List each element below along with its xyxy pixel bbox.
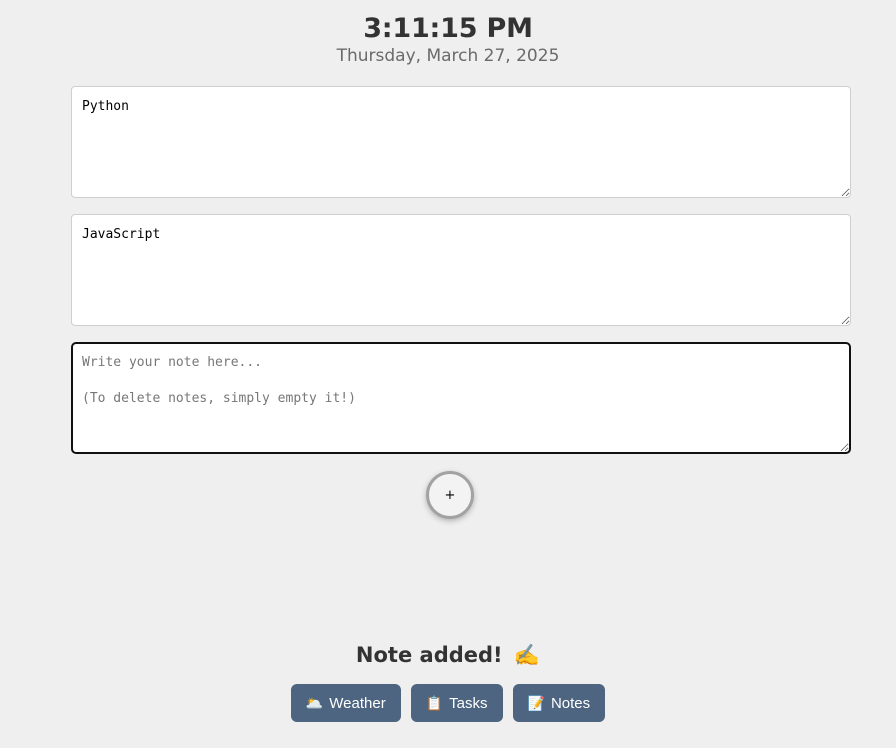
note-textarea-1[interactable] [71,86,851,198]
tasks-nav-button[interactable]: 📋 Tasks [410,684,503,722]
add-note-button[interactable]: + [426,471,474,519]
status-text: Note added! [355,643,503,667]
new-note-textarea[interactable] [71,342,851,454]
weather-nav-button[interactable]: 🌥️ Weather [290,684,401,722]
weather-nav-label: Weather [329,694,386,712]
bottom-nav: 🌥️ Weather 📋 Tasks 📝 Notes [0,684,896,722]
clock-time: 3:11:15 PM [363,13,533,44]
notes-nav-button[interactable]: 📝 Notes [512,684,606,722]
status-message: Note added! ✍️ [0,640,896,670]
notes-nav-label: Notes [550,694,591,712]
tasks-nav-label: Tasks [449,694,488,712]
clipboard-icon: 📋 [425,694,444,711]
clock-date: Thursday, March 27, 2025 [336,46,560,66]
cloud-sun-icon: 🌥️ [305,694,324,711]
writing-hand-icon: ✍️ [513,643,541,667]
note-textarea-2[interactable] [71,214,851,326]
clock-header: 3:11:15 PM Thursday, March 27, 2025 [0,12,896,67]
memo-icon: 📝 [527,694,545,711]
